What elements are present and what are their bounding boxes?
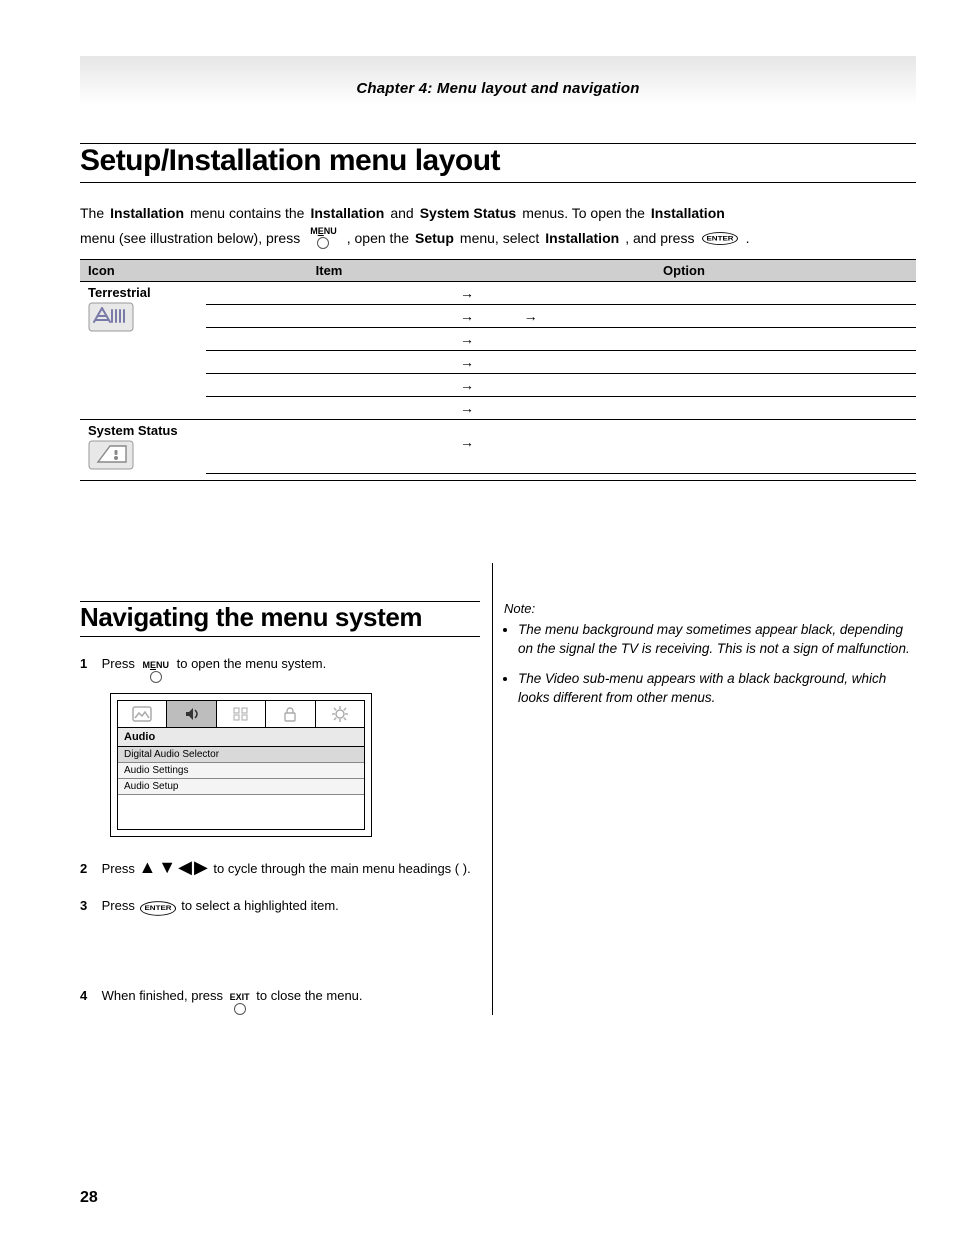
- step-2: 2 Press ▲▼◀▶ to cycle through the main m…: [80, 855, 480, 879]
- antenna-icon: [88, 302, 198, 332]
- intro-text: The Installation menu contains the Insta…: [80, 205, 916, 249]
- notes-list: The menu background may sometimes appear…: [504, 620, 916, 708]
- menu-button-icon: MENU: [310, 227, 337, 249]
- installation-table: Icon Item Option Terrestrial →: [80, 259, 916, 481]
- exit-button-icon: EXIT: [230, 993, 250, 1015]
- arrow-icon: →: [460, 354, 474, 370]
- menu-item: Audio Settings: [118, 763, 364, 779]
- dpad-icon: ▲▼◀▶: [138, 855, 209, 879]
- step-1: 1 Press MENU to open the menu system.: [80, 655, 480, 683]
- arrow-icon: →: [460, 308, 474, 324]
- menu-item: Digital Audio Selector: [118, 747, 364, 763]
- arrow-icon: →: [524, 308, 538, 324]
- th-icon: Icon: [80, 260, 206, 282]
- cell-terrestrial-icon: Terrestrial: [80, 282, 206, 420]
- arrow-icon: →: [460, 285, 474, 301]
- notes-heading: Note:: [504, 601, 916, 616]
- tab-apps-icon: [217, 701, 266, 727]
- tab-lock-icon: [266, 701, 315, 727]
- menu-section-title: Audio: [118, 728, 364, 747]
- page-number: 28: [80, 1189, 98, 1207]
- heading-setup-installation: Setup/Installation menu layout: [80, 143, 916, 183]
- column-divider: [492, 563, 493, 1015]
- tab-audio-icon: [167, 701, 216, 727]
- enter-button-icon: ENTER: [702, 232, 737, 245]
- step-3: 3 Press ENTER to select a highlighted it…: [80, 897, 480, 917]
- menu-mockup: Audio Digital Audio Selector Audio Setti…: [110, 693, 372, 837]
- menu-tabbar: [118, 701, 364, 728]
- step-4: 4 When finished, press EXIT to close the…: [80, 987, 480, 1015]
- menu-item: Audio Setup: [118, 779, 364, 795]
- heading-navigating: Navigating the menu system: [80, 601, 480, 637]
- kw-setup: Setup: [415, 230, 454, 246]
- tab-picture-icon: [118, 701, 167, 727]
- menu-button-icon: MENU: [142, 661, 169, 683]
- info-icon: [88, 440, 198, 470]
- arrow-icon: →: [460, 434, 474, 450]
- th-item: Item: [206, 260, 452, 282]
- arrow-icon: →: [460, 331, 474, 347]
- arrow-icon: →: [460, 377, 474, 393]
- tab-setup-icon: [316, 701, 364, 727]
- cell-systemstatus-icon: System Status: [80, 420, 206, 474]
- arrow-icon: →: [460, 400, 474, 416]
- enter-button-icon: ENTER: [140, 901, 175, 915]
- chapter-banner: Chapter 4: Menu layout and navigation: [80, 56, 916, 105]
- note-item: The Video sub-menu appears with a black …: [518, 669, 916, 708]
- note-item: The menu background may sometimes appear…: [518, 620, 916, 659]
- kw-installation: Installation: [110, 205, 184, 221]
- th-option: Option: [452, 260, 916, 282]
